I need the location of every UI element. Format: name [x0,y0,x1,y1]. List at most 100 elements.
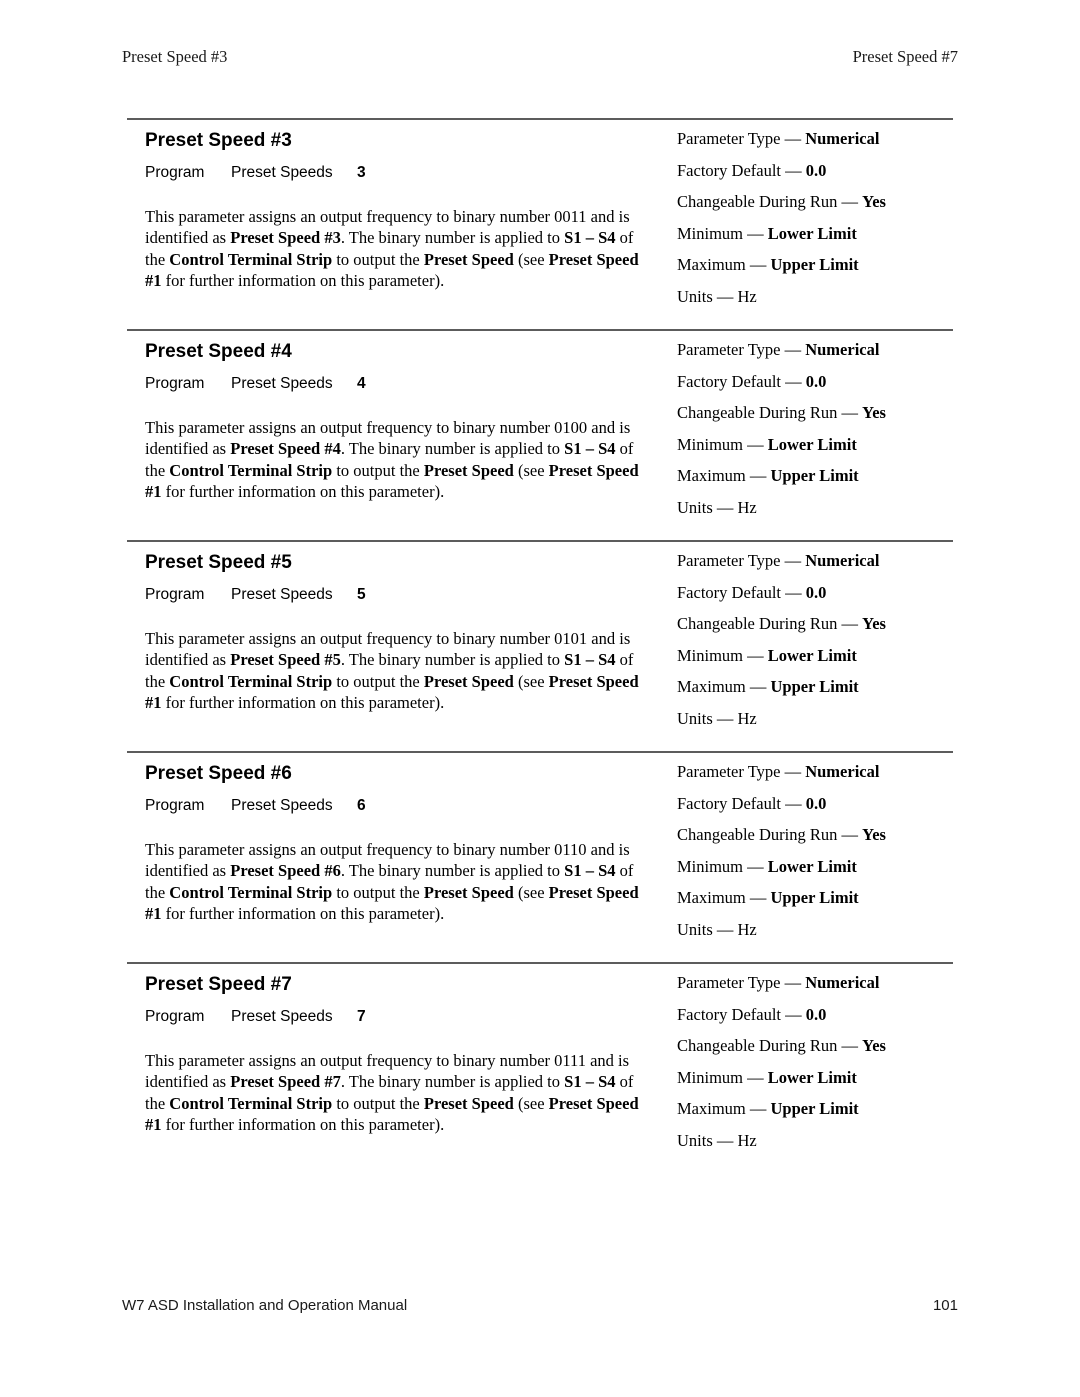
running-head: Preset Speed #3 Preset Speed #7 [122,47,958,67]
attribute-value: 0.0 [805,793,827,813]
attribute-value: Upper Limit [770,677,859,696]
attribute-label: Factory Default — [677,1004,802,1024]
section-body: Preset Speed #6 Program Preset Speeds 6 This… [127,753,953,962]
section-title: Preset Speed #6 [145,763,292,784]
parameter-section: Preset Speed #5 Program Preset Speeds 5 This… [127,540,953,751]
attribute-value: 0.0 [805,1004,827,1024]
attribute-maximum: Maximum — Upper Limit [677,888,977,908]
section-attributes: Parameter Type — Numerical Factory Defaul… [677,551,977,729]
attribute-label: Parameter Type — [677,551,802,570]
attribute-value: Lower Limit [767,434,857,454]
description-text: (see [513,882,549,902]
menu-path-number: 4 [357,375,366,392]
attribute-label: Changeable During Run — [677,825,859,844]
attribute-value: Hz [737,1130,757,1150]
attribute-label: Factory Default — [677,582,802,602]
attribute-changeable-during-run: Changeable During Run — Yes [677,1036,977,1056]
attribute-label: Units — [677,919,734,939]
description-emphasis: Preset Speed [423,1093,514,1113]
parameter-description: This parameter assigns an output frequen… [145,206,645,291]
attribute-value: Hz [737,708,757,728]
attribute-value: 0.0 [805,160,827,180]
attribute-label: Parameter Type — [677,340,802,359]
menu-path-number: 7 [357,1008,366,1025]
description-emphasis: S1 – S4 [564,650,616,670]
attribute-label: Changeable During Run — [677,192,859,211]
section-left-column: Preset Speed #7 Program Preset Speeds 7 This… [127,973,647,1135]
attribute-label: Changeable During Run — [677,403,859,422]
attribute-parameter-type: Parameter Type — Numerical [677,973,977,993]
page-footer: W7 ASD Installation and Operation Manual… [122,1296,958,1315]
attribute-label: Changeable During Run — [677,614,859,633]
attribute-parameter-type: Parameter Type — Numerical [677,340,977,360]
attribute-label: Maximum — [677,466,767,485]
attribute-value: 0.0 [805,582,827,602]
attribute-value: Upper Limit [770,255,859,274]
attribute-value: Upper Limit [770,888,859,907]
description-text: (see [513,249,549,269]
attribute-value: Upper Limit [770,466,859,485]
menu-path: Program Preset Speeds 4 [145,374,647,393]
description-emphasis: Preset Speed [423,249,514,269]
attribute-minimum: Minimum — Lower Limit [677,857,977,877]
attribute-value: Lower Limit [767,856,857,876]
attribute-label: Maximum — [677,1099,767,1118]
description-text: to output the [332,1093,424,1113]
parameter-description: This parameter assigns an output frequen… [145,628,645,713]
attribute-label: Units — [677,708,734,728]
description-text: . The binary number is applied to [340,439,565,459]
description-emphasis: Control Terminal Strip [169,249,333,269]
attribute-label: Minimum — [677,434,764,454]
attribute-units: Units — Hz [677,287,977,307]
attribute-factory-default: Factory Default — 0.0 [677,161,977,181]
attribute-parameter-type: Parameter Type — Numerical [677,762,977,782]
description-text: to output the [332,460,424,480]
attribute-label: Parameter Type — [677,973,802,992]
menu-path-number: 5 [357,586,366,603]
attribute-label: Units — [677,286,734,306]
description-emphasis: Control Terminal Strip [169,1093,333,1113]
description-emphasis: S1 – S4 [564,228,616,248]
attribute-label: Factory Default — [677,160,802,180]
attribute-value: Lower Limit [767,1067,857,1087]
attribute-label: Minimum — [677,223,764,243]
attribute-value: 0.0 [805,371,827,391]
description-text: for further information on this paramete… [161,903,445,923]
description-emphasis: Control Terminal Strip [169,460,333,480]
attribute-label: Parameter Type — [677,129,802,148]
attribute-value: Lower Limit [767,645,857,665]
menu-path-root: Program [145,1008,205,1025]
attribute-value: Yes [862,403,886,422]
description-text: for further information on this paramete… [161,481,445,501]
attribute-value: Hz [737,497,757,517]
description-text: to output the [332,249,424,269]
description-emphasis: S1 – S4 [564,439,616,459]
attribute-label: Minimum — [677,645,764,665]
attribute-value: Hz [737,286,757,306]
attribute-label: Maximum — [677,888,767,907]
attribute-parameter-type: Parameter Type — Numerical [677,129,977,149]
menu-path: Program Preset Speeds 6 [145,796,647,815]
menu-path-group: Preset Speeds [231,375,333,392]
section-left-column: Preset Speed #5 Program Preset Speeds 5 This… [127,551,647,713]
description-text: for further information on this paramete… [161,270,445,290]
attribute-value: Numerical [805,129,880,148]
section-attributes: Parameter Type — Numerical Factory Defaul… [677,762,977,940]
description-emphasis: Preset Speed #4 [230,439,341,459]
attribute-label: Units — [677,497,734,517]
menu-path: Program Preset Speeds 3 [145,163,647,182]
menu-path-root: Program [145,797,205,814]
menu-path: Program Preset Speeds 7 [145,1007,647,1026]
description-emphasis: Preset Speed #5 [230,650,341,670]
attribute-label: Maximum — [677,677,767,696]
parameter-section: Preset Speed #3 Program Preset Speeds 3 This… [127,118,953,329]
description-emphasis: S1 – S4 [564,861,616,881]
parameter-section: Preset Speed #4 Program Preset Speeds 4 This… [127,329,953,540]
description-text: . The binary number is applied to [340,228,565,248]
document-page: Preset Speed #3 Preset Speed #7 Preset S… [0,0,1080,1397]
description-text: for further information on this paramete… [161,692,445,712]
description-emphasis: Control Terminal Strip [169,671,333,691]
parameter-section: Preset Speed #7 Program Preset Speeds 7 This… [127,962,953,1173]
parameter-description: This parameter assigns an output frequen… [145,1050,645,1135]
attribute-label: Factory Default — [677,793,802,813]
